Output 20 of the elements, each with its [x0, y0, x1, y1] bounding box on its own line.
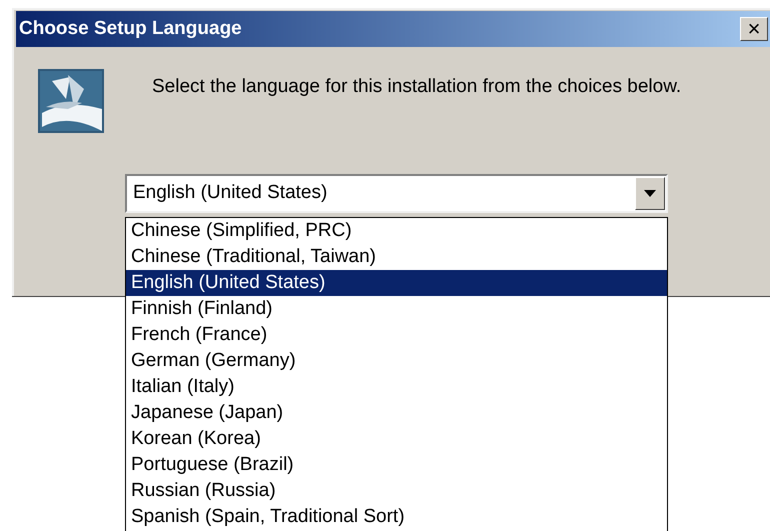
setup-logo-icon	[38, 69, 104, 133]
language-option[interactable]: English (United States)	[126, 270, 667, 296]
window-title: Choose Setup Language	[18, 16, 242, 41]
language-option[interactable]: Italian (Italy)	[126, 374, 667, 400]
language-option[interactable]: Spanish (Spain, Traditional Sort)	[126, 504, 667, 530]
language-option[interactable]: Chinese (Traditional, Taiwan)	[126, 244, 667, 270]
language-option[interactable]: Korean (Korea)	[126, 426, 667, 452]
language-option[interactable]: German (Germany)	[126, 348, 667, 374]
language-option[interactable]: Chinese (Simplified, PRC)	[126, 218, 667, 244]
language-option[interactable]: Russian (Russia)	[126, 478, 667, 504]
caret-icon	[644, 190, 656, 197]
instruction-text: Select the language for this installation from the choices below.	[152, 75, 682, 99]
language-option[interactable]: French (France)	[126, 322, 667, 348]
language-option[interactable]: Japanese (Japan)	[126, 400, 667, 426]
language-combo[interactable]: English (United States)	[125, 174, 668, 213]
dropdown-button[interactable]	[635, 177, 665, 210]
combo-value: English (United States)	[132, 181, 328, 206]
language-option[interactable]: Finnish (Finland)	[126, 296, 667, 322]
language-option[interactable]: Portuguese (Brazil)	[126, 452, 667, 478]
close-button[interactable]: ×	[740, 17, 768, 41]
